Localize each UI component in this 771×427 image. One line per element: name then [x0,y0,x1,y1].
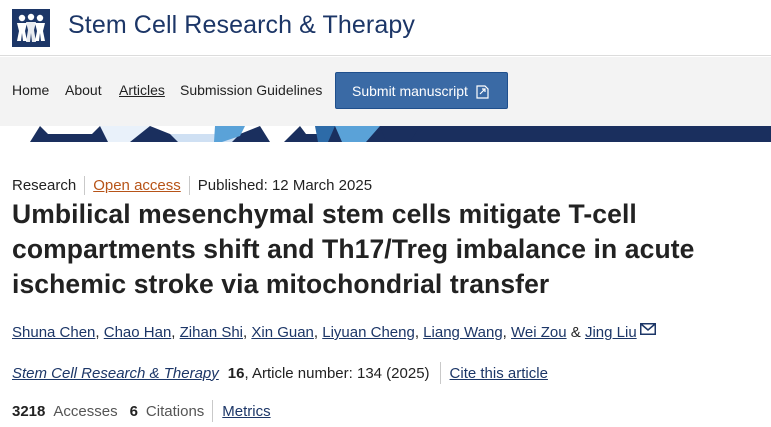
divider [188,175,190,195]
nav-item-about[interactable]: About [65,82,102,98]
author-link[interactable]: Chao Han [104,324,172,341]
article-meta: Research Open access Published: 12 March… [12,175,372,195]
author-list: Shuna Chen, Chao Han, Zihan Shi, Xin Gua… [12,322,656,341]
author-link[interactable]: Liyuan Cheng [322,324,415,341]
external-link-icon [475,83,491,100]
volume-number: 16 [227,364,245,382]
journal-title[interactable]: Stem Cell Research & Therapy [68,11,415,40]
main-nav: Home About Articles Submission Guideline… [0,57,771,126]
mail-icon[interactable] [639,322,656,335]
author-link[interactable]: Shuna Chen [12,324,95,341]
cite-this-article-link[interactable]: Cite this article [450,365,548,382]
article-title: Umbilical mesenchymal stem cells mitigat… [12,199,695,299]
author-separator: , [313,324,319,341]
nav-item-submission-guidelines[interactable]: Submission Guidelines [180,82,322,98]
submit-manuscript-label: Submit manuscript [352,82,468,99]
author-separator: , [171,324,176,341]
citation-line: Stem Cell Research & Therapy 16 , Articl… [12,362,548,384]
citations-count: 6 [129,402,138,420]
author-separator: , [95,324,100,341]
divider [84,175,86,195]
author-link[interactable]: Xin Guan [251,324,314,341]
divider [439,362,441,384]
author-separator: , [243,324,248,341]
nav-item-home[interactable]: Home [12,82,49,98]
nav-item-articles[interactable]: Articles [119,82,165,98]
author-ampersand: & [570,324,581,341]
author-link-corresponding[interactable]: Jing Liu [585,324,637,341]
accesses-count: 3218 [12,402,46,420]
decorative-banner [0,126,771,142]
author-link[interactable]: Wei Zou [511,324,567,341]
accesses-label: Accesses [53,402,118,420]
site-header: Stem Cell Research & Therapy [0,0,771,56]
article-number: , Article number: 134 (2025) [244,364,430,382]
metrics-link[interactable]: Metrics [222,403,270,420]
citations-label: Citations [145,402,205,420]
article-type: Research [12,176,77,194]
author-link[interactable]: Liang Wang [423,324,503,341]
open-access-link[interactable]: Open access [93,177,181,194]
author-separator: , [502,324,507,341]
divider [212,400,214,422]
journal-link[interactable]: Stem Cell Research & Therapy [12,365,219,382]
author-link[interactable]: Zihan Shi [180,324,243,341]
author-separator: , [414,324,419,341]
published-date: Published: 12 March 2025 [197,176,373,194]
metrics-line: 3218 Accesses 6 Citations Metrics [12,400,271,422]
submit-manuscript-button[interactable]: Submit manuscript [335,72,508,109]
journal-logo-icon[interactable] [12,9,50,47]
